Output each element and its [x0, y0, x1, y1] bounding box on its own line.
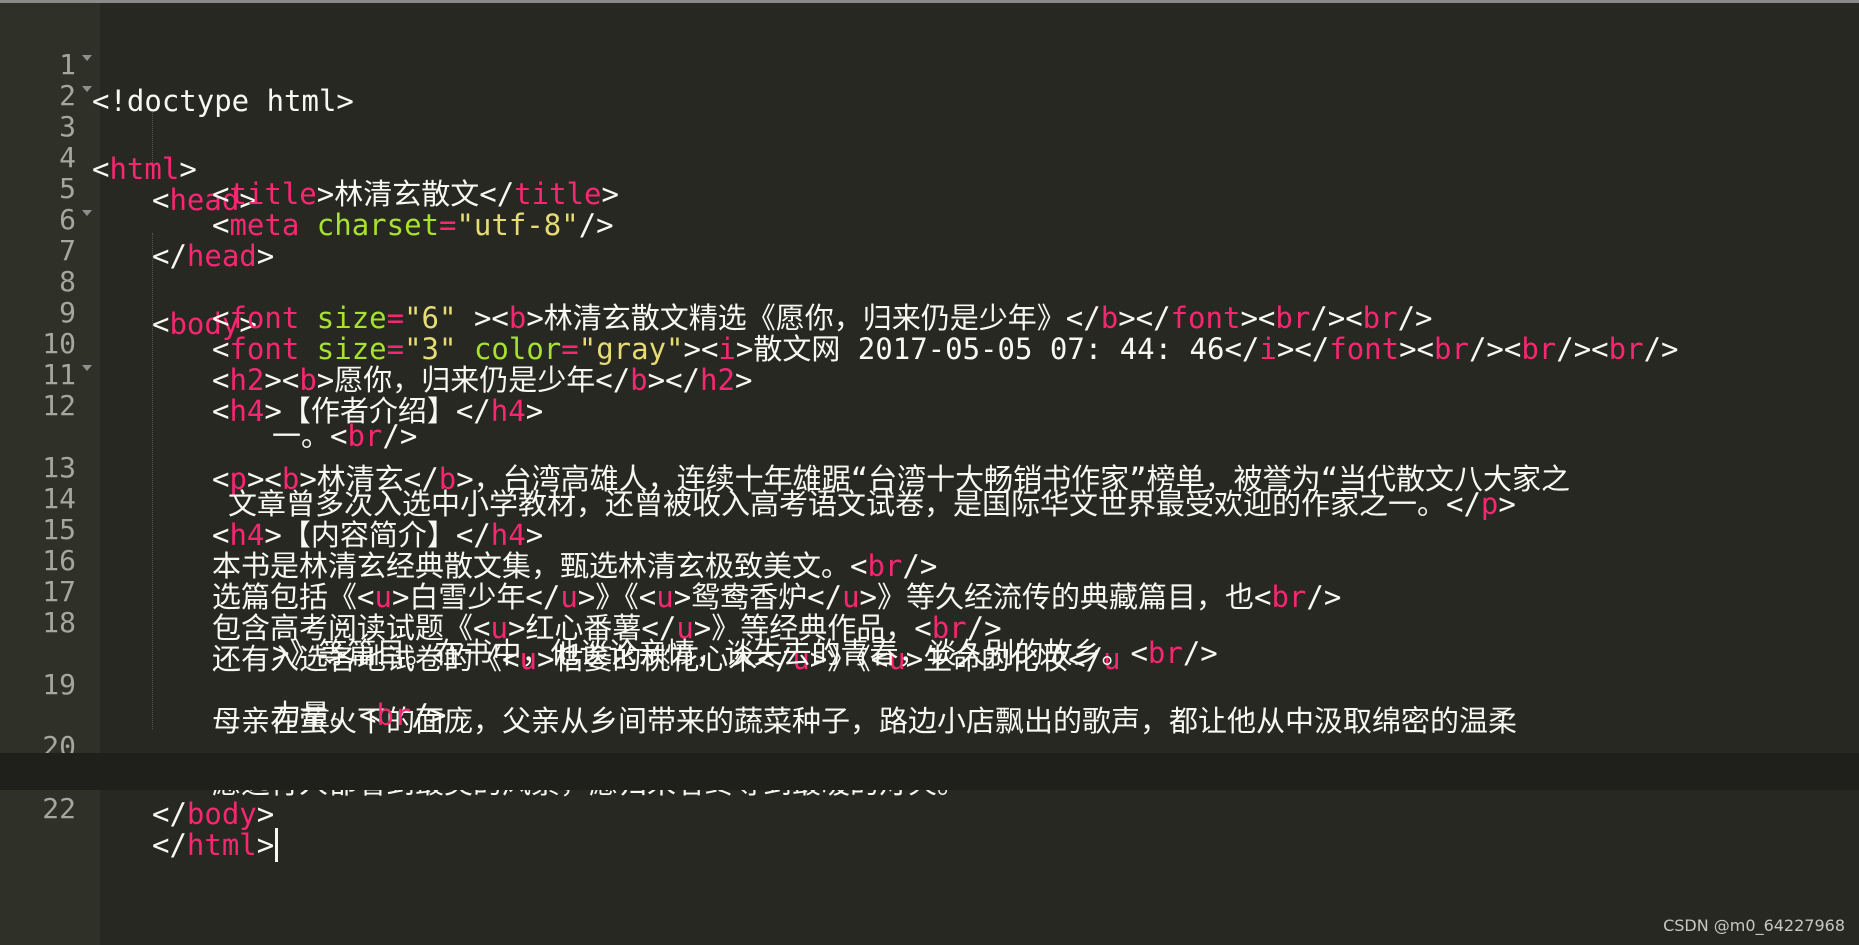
fold-arrow-icon[interactable] [82, 55, 92, 61]
code-area[interactable]: 1 <!doctype html> 2 <html> 3 <head> 4 <t… [0, 3, 1859, 945]
text-cursor [275, 828, 279, 862]
code-editor[interactable]: 1 <!doctype html> 2 <html> 3 <head> 4 <t… [0, 0, 1859, 945]
fold-arrow-icon[interactable] [82, 86, 92, 92]
watermark: CSDN @m0_64227968 [1663, 916, 1845, 935]
line-text: </html> [152, 827, 279, 864]
fold-arrow-icon[interactable] [82, 210, 92, 216]
line-number: 22 [42, 792, 76, 825]
fold-arrow-icon[interactable] [82, 365, 92, 371]
code-line-22[interactable]: 22 </html> [0, 753, 1859, 862]
